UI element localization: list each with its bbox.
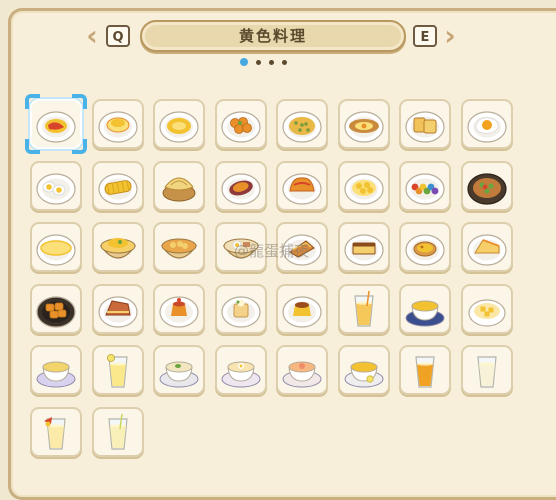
dish-slot[interactable] [91,222,144,272]
dish-slot[interactable] [153,99,205,149]
dish-slot[interactable] [399,345,451,395]
toast-icon [405,111,445,143]
dish-slot[interactable] [399,160,451,211]
fried-dumpling-icon [220,111,261,143]
rainbow-rice-icon [405,172,445,205]
corn-icon [97,172,138,205]
juice-glass-icon [353,290,374,327]
parfait-icon [220,295,261,328]
dish-slot[interactable] [91,99,144,149]
dish-slot[interactable] [337,345,390,395]
dish-slot[interactable] [460,345,513,395]
lemon-tea-icon [344,361,383,388]
dish-slot[interactable] [337,283,390,334]
selection-corner [25,94,40,109]
pudding-icon [159,295,199,328]
watermark: @龍蛋捕夜 [234,242,310,260]
page-dot-3[interactable] [269,59,274,65]
dish-slot[interactable] [214,99,267,149]
dish-slot[interactable] [460,99,513,149]
rice-bowl-icon [99,238,136,259]
prev-arrow-icon[interactable]: ‹ [82,22,102,50]
dish-slot[interactable] [91,406,144,457]
selection-corner [72,94,87,109]
page-dot-2[interactable] [256,59,261,65]
dish-slot[interactable] [337,99,390,149]
dish-slot[interactable] [399,99,451,149]
dish-slot[interactable] [30,345,82,395]
egg-soup-icon [221,361,260,388]
category-header: ‹ Q 黄色料理 E › [0,18,556,58]
fruit-drink-icon [44,416,66,450]
herb-soup-icon [159,361,199,388]
lemonade-icon [106,354,128,388]
egg-tart-icon [405,234,445,266]
dish-slot[interactable] [91,345,144,395]
category-title: 黄色料理 [140,20,406,52]
tea-cup-icon [405,300,445,326]
dish-slot[interactable] [214,345,267,395]
egg-boat-bread-icon [343,111,384,143]
next-category-key[interactable]: E [413,25,437,47]
omelette-plate-icon [36,234,76,266]
page-indicator [240,57,287,67]
next-arrow-icon[interactable]: › [440,22,460,50]
dish-slot[interactable] [91,283,144,334]
sweet-potato-icon [220,172,261,205]
dish-grid [25,94,520,469]
dish-slot[interactable] [399,222,451,272]
curry-bowl-icon [160,238,198,259]
dish-slot[interactable] [276,283,328,334]
dish-slot[interactable] [153,345,205,395]
peach-soup-icon [282,361,322,388]
dish-slot[interactable] [337,160,390,211]
lemon-soda-icon [107,413,128,450]
dish-slot[interactable] [337,222,390,272]
boiled-eggs-icon [36,172,76,205]
pancake-icon [97,111,138,143]
selection-corner [25,139,40,154]
dish-slot[interactable] [30,160,82,211]
omelette-icon [282,172,322,205]
dish-slot[interactable] [276,345,328,395]
custard-pudding-icon [282,295,322,328]
dish-slot[interactable] [399,283,451,334]
dish-slot[interactable] [30,283,82,334]
dish-slot[interactable] [30,406,82,457]
dish-slot[interactable] [153,222,205,272]
dish-slot[interactable] [460,222,513,272]
orange-juice-icon [415,356,435,388]
page-dot-4[interactable] [282,59,287,65]
dish-slot[interactable] [30,222,82,272]
dessert-bowl-icon [467,298,506,327]
fried-chunks-icon [36,295,76,328]
scrambled-eggs-icon [343,172,384,205]
cheesecake-icon [466,234,507,266]
castella-icon [343,234,384,266]
steamed-bun-icon [162,177,196,201]
dish-slot[interactable] [460,160,513,211]
noodle-bowl-icon [466,172,507,205]
dish-slot[interactable] [153,160,205,211]
paella-icon [282,111,322,143]
dish-slot[interactable] [460,283,513,334]
selection-corner [72,139,87,154]
milk-glass-icon [476,356,497,388]
dish-slot[interactable] [214,283,267,334]
dish-slot[interactable] [276,99,328,149]
soup-cup-icon [36,361,76,388]
prev-category-key[interactable]: Q [106,25,130,47]
dish-slot[interactable] [214,160,267,211]
dish-slot[interactable] [91,160,144,211]
page-dot-1[interactable] [240,58,248,66]
dish-slot[interactable] [25,94,87,154]
fried-egg-icon [466,111,507,143]
dish-slot[interactable] [153,283,205,334]
soup-plate-icon [159,111,199,143]
pie-slice-icon [97,295,138,328]
dish-slot[interactable] [276,160,328,211]
